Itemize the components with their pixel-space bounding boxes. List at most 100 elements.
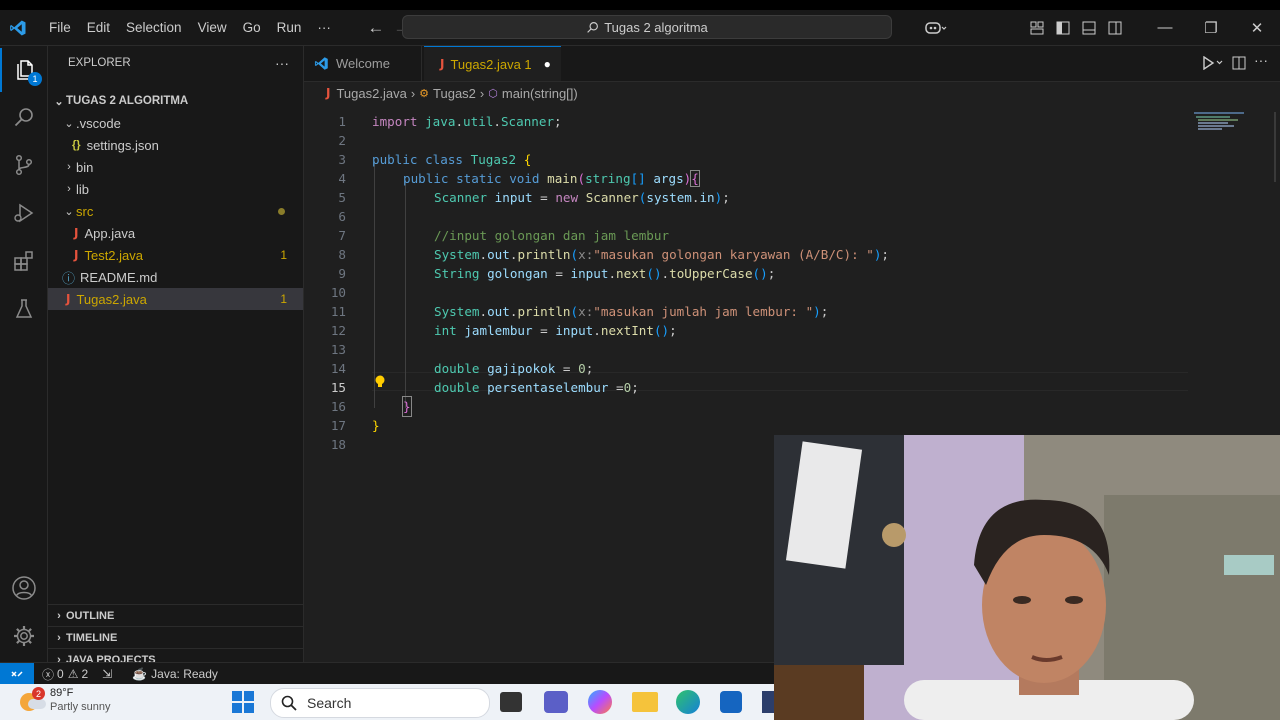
menu-file[interactable]: File [41, 20, 79, 35]
app-icon[interactable] [762, 691, 774, 713]
tree-item-test2-java[interactable]: J Test2.java 1 [48, 244, 303, 266]
outline-section[interactable]: › OUTLINE [48, 604, 303, 626]
remote-indicator[interactable] [0, 663, 34, 685]
weather-icon: 2 [20, 687, 46, 713]
tree-item-lib[interactable]: › lib [48, 178, 303, 200]
tree-item-label: Test2.java [84, 247, 144, 263]
indent-guide [374, 161, 375, 408]
close-button[interactable]: ✕ [1234, 10, 1280, 45]
minimize-button[interactable]: — [1142, 10, 1188, 45]
extensions-icon[interactable] [0, 239, 47, 283]
info-icon: ⓘ [62, 270, 76, 286]
customize-layout-icon[interactable] [1024, 15, 1050, 41]
unsaved-dot-icon[interactable]: ● [544, 57, 551, 71]
breadcrumb-class[interactable]: Tugas2 [433, 86, 476, 101]
menu-view[interactable]: View [190, 20, 235, 35]
copilot-icon[interactable] [918, 15, 954, 41]
chevron-right-icon: › [67, 161, 71, 173]
line-number: 10 [330, 285, 346, 300]
breadcrumb-file[interactable]: Tugas2.java [336, 86, 406, 101]
back-arrow-icon[interactable]: ← [363, 18, 389, 38]
line-number: 11 [330, 304, 346, 319]
line-number: 5 [338, 190, 346, 205]
taskbar-search[interactable]: Search [270, 688, 490, 718]
explorer-icon[interactable]: 1 [0, 48, 47, 92]
more-actions-icon[interactable]: ··· [1254, 52, 1268, 68]
problems-indicator[interactable]: ⓧ 0 ⚠ 2 [42, 666, 88, 683]
maximize-button[interactable]: ❐ [1188, 10, 1234, 45]
testing-icon[interactable] [0, 287, 47, 331]
search-icon[interactable] [0, 96, 47, 140]
settings-gear-icon[interactable] [0, 614, 47, 658]
source-control-icon[interactable] [0, 143, 47, 187]
task-view-icon[interactable] [500, 692, 522, 712]
windows-start-icon[interactable] [232, 690, 254, 714]
vscode-logo-icon [314, 57, 328, 70]
minimap-line [1198, 119, 1238, 121]
command-center-search[interactable]: Tugas 2 algoritma [402, 15, 892, 39]
menu-selection[interactable]: Selection [118, 20, 190, 35]
edge-icon[interactable] [676, 690, 700, 714]
accounts-icon[interactable] [0, 566, 47, 610]
code-line-11: System.out.println(x:"masukan jumlah jam… [434, 304, 829, 319]
copilot-app-icon[interactable] [588, 690, 612, 714]
line-number: 17 [330, 418, 346, 433]
run-debug-icon[interactable] [0, 191, 47, 235]
weather-desc: Partly sunny [50, 701, 111, 713]
run-icon[interactable] [1202, 55, 1224, 75]
chevron-down-icon: ⌄ [64, 205, 74, 218]
code-line-1: import java.util.Scanner; [372, 114, 562, 129]
menu-run[interactable]: Run [269, 20, 310, 35]
tree-item-label: bin [76, 159, 94, 175]
toggle-sidebar-icon[interactable] [1050, 15, 1076, 41]
code-line-15: double persentaselembur =0; [434, 380, 639, 395]
toggle-panel-icon[interactable] [1076, 15, 1102, 41]
weather-widget[interactable]: 2 89°F Partly sunny [20, 687, 111, 713]
tree-item-tugas2-java[interactable]: J Tugas2.java 1 [48, 288, 303, 310]
chevron-right-icon: › [410, 85, 416, 101]
toggle-secondary-sidebar-icon[interactable] [1102, 15, 1128, 41]
code-line-9: String golongan = input.next().toUpperCa… [434, 266, 776, 281]
tree-item-app-java[interactable]: J App.java [48, 222, 303, 244]
activity-bar: 1 [0, 46, 48, 662]
file-explorer-icon[interactable] [632, 692, 658, 712]
tab-tugas2-java[interactable]: J Tugas2.java 1 ● [424, 46, 561, 81]
menu-go[interactable]: Go [235, 20, 269, 35]
problem-count: 1 [280, 248, 287, 262]
menu-more[interactable]: ··· [309, 20, 339, 35]
chevron-right-icon: › [479, 85, 485, 101]
scrollbar-track[interactable] [1274, 112, 1276, 182]
json-icon: {} [72, 139, 81, 151]
tree-item-vscode[interactable]: ⌄ .vscode [48, 112, 303, 134]
explorer-sidebar: EXPLORER ··· ⌄ TUGAS 2 ALGORITMA ⌄ .vsco… [48, 46, 304, 666]
error-count: 0 [57, 667, 64, 681]
method-icon: ⬡ [488, 87, 498, 100]
lightbulb-icon[interactable] [374, 375, 386, 392]
split-editor-icon[interactable] [1232, 56, 1246, 75]
tab-welcome[interactable]: Welcome [304, 46, 422, 81]
editor-tabs: Welcome J Tugas2.java 1 ● ··· [304, 46, 1280, 82]
minimap-line [1198, 122, 1228, 124]
breadcrumb-method[interactable]: main(string[]) [502, 86, 578, 101]
explorer-more-button[interactable]: ··· [275, 55, 289, 71]
project-root[interactable]: ⌄ TUGAS 2 ALGORITMA [48, 90, 303, 112]
code-line-4: public static void main(string[] args){ [403, 170, 700, 187]
code-line-12: int jamlembur = input.nextInt(); [434, 323, 677, 338]
tree-item-src[interactable]: ⌄ src [48, 200, 303, 222]
teams-icon[interactable] [544, 691, 568, 713]
webcam-person-image [774, 435, 1280, 720]
weather-badge: 2 [32, 687, 45, 700]
tree-item-settings-json[interactable]: {} settings.json [48, 134, 303, 156]
title-bar: File Edit Selection View Go Run ··· ← → … [0, 10, 1280, 46]
timeline-section[interactable]: › TIMELINE [48, 626, 303, 648]
tree-item-readme[interactable]: ⓘ README.md [48, 266, 303, 288]
code-line-5: Scanner input = new Scanner(system.in); [434, 190, 730, 205]
store-icon[interactable] [720, 691, 742, 713]
java-status[interactable]: ☕ Java: Ready [132, 667, 218, 681]
tree-item-bin[interactable]: › bin [48, 156, 303, 178]
breadcrumb: J Tugas2.java › ⚙ Tugas2 › ⬡ main(string… [304, 82, 1184, 104]
vscode-logo-icon [10, 20, 26, 35]
broadcast-icon[interactable]: ⇲ [102, 667, 112, 681]
menu-edit[interactable]: Edit [79, 20, 118, 35]
weather-temp: 89°F [50, 687, 74, 699]
